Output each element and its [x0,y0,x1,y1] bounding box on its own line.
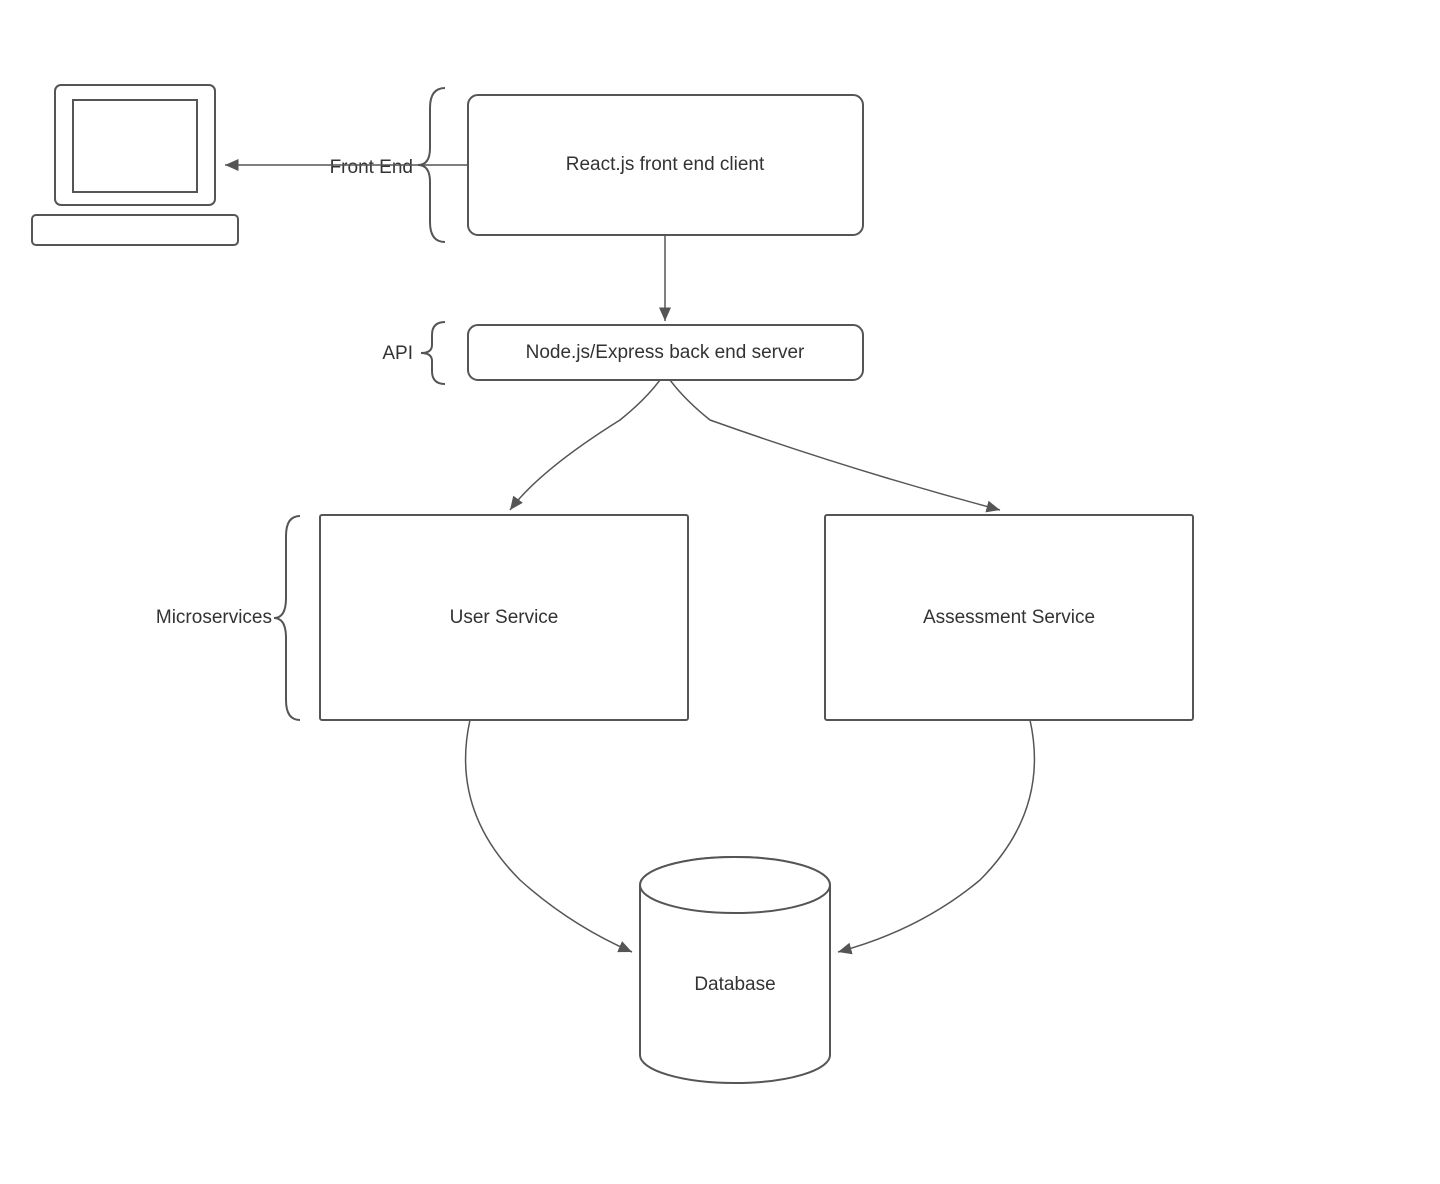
laptop-icon [32,85,238,245]
front-end-label: Front End [330,157,413,178]
arrow-server-to-user-service [510,380,660,510]
microservices-brace [274,516,300,720]
api-label: API [382,343,413,364]
user-service-label: User Service [450,607,559,628]
assessment-service-label: Assessment Service [923,607,1095,628]
node-server-label: Node.js/Express back end server [526,342,805,363]
database-label: Database [694,974,775,995]
api-brace [421,322,445,384]
microservices-label: Microservices [156,607,272,628]
arrow-assessment-service-to-db [838,720,1034,952]
react-client-label: React.js front end client [566,154,765,175]
arrow-server-to-assessment-service [670,380,1000,510]
arrow-user-service-to-db [466,720,632,952]
database-icon [640,857,830,1083]
